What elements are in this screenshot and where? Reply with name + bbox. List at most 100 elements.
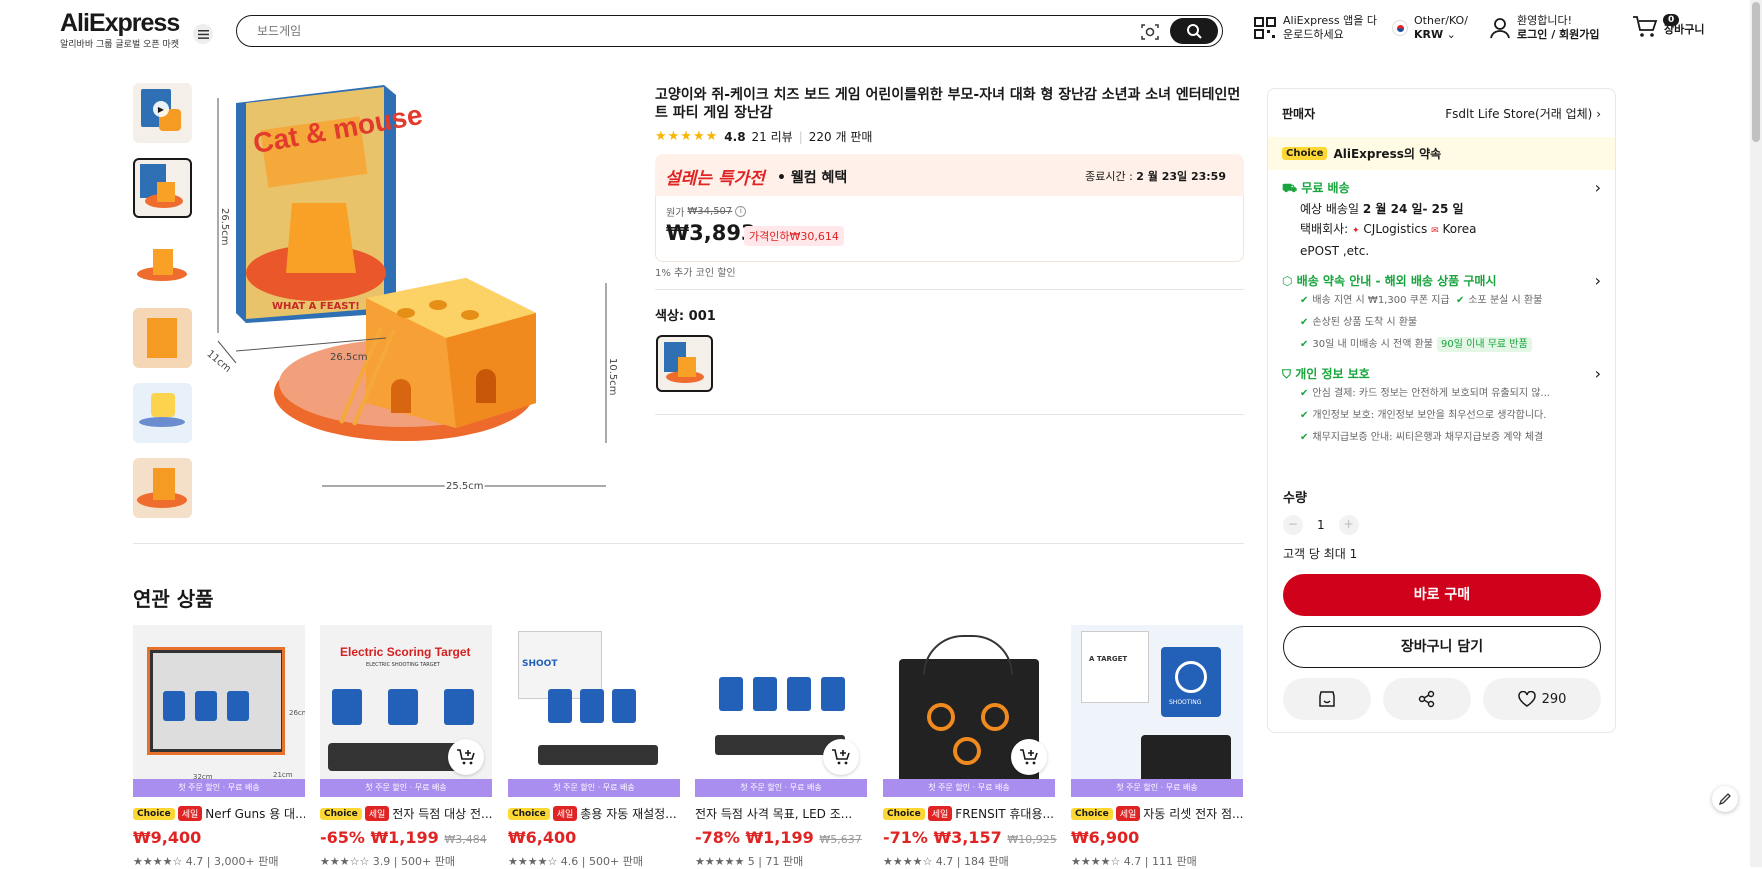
login-link[interactable]: 로그인 / 회원가입 <box>1517 28 1600 41</box>
korea-flag-icon <box>1392 20 1408 36</box>
color-option-001[interactable] <box>656 335 713 392</box>
product-name[interactable]: Nerf Guns 용 대... <box>205 805 305 822</box>
product-name[interactable]: 전자 득점 사격 목표, LED 조... <box>695 805 852 822</box>
check-icon: ✔ <box>1455 295 1465 306</box>
related-products-title: 연관 상품 <box>133 587 214 611</box>
product-price: ₩1,199 <box>745 828 814 847</box>
seller-row[interactable]: 판매자 Fsdlt Life Store(거래 업체) › <box>1268 89 1615 137</box>
choice-badge: Choice <box>883 807 925 820</box>
thumbnail-selected[interactable] <box>133 158 192 218</box>
share-icon <box>1418 690 1435 708</box>
menu-button[interactable] <box>193 24 213 44</box>
thumbnail-5[interactable] <box>133 383 192 443</box>
thumbnail-video[interactable]: ▶ <box>133 83 192 143</box>
guarantee-row[interactable]: ⬡ 배송 약속 안내 - 해외 배송 상품 구매시 › <box>1282 271 1601 290</box>
carrier-label: 택배회사: <box>1300 222 1349 236</box>
product-card[interactable]: 32cm 21cm 26cm 첫 주문 할인 · 무료 배송 Choice세일N… <box>133 625 305 869</box>
thumbnail-4[interactable] <box>133 308 192 368</box>
free-return-badge: 90일 이내 무료 반품 <box>1437 337 1532 352</box>
store-icon <box>1319 691 1335 707</box>
add-to-cart-button[interactable]: 장바구니 담기 <box>1283 626 1601 668</box>
buy-now-button[interactable]: 바로 구매 <box>1283 574 1601 616</box>
color-label: 색상: 001 <box>655 309 716 324</box>
privacy-item: 채무지급보증 안내: 씨티은행과 채무지급보증 계약 체결 <box>1312 432 1544 443</box>
product-image[interactable]: 첫 주문 할인 · 무료 배송 <box>883 625 1055 797</box>
product-card[interactable]: 첫 주문 할인 · 무료 배송 Choice 세일 FRENSIT 휴대용... -… <box>883 625 1057 869</box>
minus-button[interactable]: − <box>1283 515 1303 535</box>
review-count[interactable]: 21 리뷰 <box>752 128 793 145</box>
region-selector[interactable]: Other/KO/KRW ⌄ <box>1392 14 1468 42</box>
info-icon[interactable]: i <box>735 206 747 217</box>
rating-stars-icon: ★★★★★ <box>655 129 719 144</box>
divider <box>655 414 1244 415</box>
product-card[interactable]: 첫 주문 할인 · 무료 배송 전자 득점 사격 목표, LED 조... -7… <box>695 625 867 869</box>
product-image[interactable]: SHOOT 첫 주문 할인 · 무료 배송 <box>508 625 680 797</box>
original-price: ₩10,925 <box>1007 833 1057 846</box>
privacy-row[interactable]: ⛉ 개인 정보 보호 › <box>1282 364 1601 383</box>
main-product-image[interactable]: Cat & mouse WHAT A FEAST! 26.5cm 11cm 26… <box>204 83 626 503</box>
current-price: ₩3,893 <box>666 221 756 245</box>
promo-banner: 첫 주문 할인 · 무료 배송 <box>1071 779 1243 797</box>
product-image[interactable]: A TARGET SHOOTING 첫 주문 할인 · 무료 배송 <box>1071 625 1243 797</box>
size-label: 26cm <box>289 709 305 717</box>
shipping-row[interactable]: ⛟ 무료 배송 › <box>1282 178 1601 197</box>
eta-prefix: 예상 배송일 <box>1300 202 1360 216</box>
sale-badge: 세일 <box>1115 806 1141 821</box>
product-card[interactable]: Electric Scoring Target ELECTRIC SHOOTIN… <box>320 625 492 869</box>
guarantee-item: 소포 분실 시 환불 <box>1468 295 1543 306</box>
product-name[interactable]: 전자 득점 대상 전... <box>392 805 492 822</box>
seller-label: 판매자 <box>1282 106 1316 121</box>
product-price: ₩3,157 <box>933 828 1002 847</box>
product-image[interactable]: 32cm 21cm 26cm 첫 주문 할인 · 무료 배송 <box>133 625 305 797</box>
end-time-label: 종료시간 : <box>1085 170 1133 183</box>
add-to-cart-button[interactable] <box>1011 739 1047 775</box>
product-name[interactable]: 자동 리셋 전자 점... <box>1143 805 1243 822</box>
qr-code-icon <box>1254 17 1276 39</box>
search-button[interactable] <box>1170 18 1218 44</box>
thumbnail-6[interactable] <box>133 458 192 518</box>
product-card[interactable]: SHOOT 첫 주문 할인 · 무료 배송 Choice 세일 총용 자동 재설정.… <box>508 625 680 869</box>
search-input[interactable] <box>257 21 1137 41</box>
app-line1: AliExpress 앱을 다 <box>1283 14 1377 27</box>
carrier-3: ePOST ,etc. <box>1300 244 1370 258</box>
add-to-cart-button[interactable] <box>448 739 484 775</box>
check-icon: ✔ <box>1300 317 1309 328</box>
dim-toy-width: 25.5cm <box>446 481 484 492</box>
guarantee-item: 30일 내 미배송 시 전액 환불 <box>1312 339 1434 350</box>
quantity-value[interactable]: 1 <box>1317 518 1325 532</box>
account-menu[interactable]: 환영합니다! 로그인 / 회원가입 <box>1489 14 1600 42</box>
store-button[interactable] <box>1283 678 1371 720</box>
product-name[interactable]: 총용 자동 재설정... <box>580 805 676 822</box>
thumbnail-3[interactable] <box>133 233 192 293</box>
chevron-right-icon: › <box>1596 106 1601 121</box>
add-to-cart-button[interactable] <box>823 739 859 775</box>
seller-name[interactable]: Fsdlt Life Store(거래 업체) <box>1445 107 1592 121</box>
search-icon <box>1187 24 1202 39</box>
discount-percent: -65% <box>320 828 365 847</box>
page-scrollbar[interactable] <box>1750 0 1762 867</box>
logo-subtitle: 알리바바 그룹 글로벌 오픈 마켓 <box>60 40 180 50</box>
art-subtitle: ELECTRIC SHOOTING TARGET <box>366 662 440 668</box>
share-button[interactable] <box>1383 678 1471 720</box>
promo-banner: 첫 주문 할인 · 무료 배송 <box>508 779 680 797</box>
wishlist-count: 290 <box>1541 691 1567 707</box>
plus-button[interactable]: + <box>1338 515 1359 535</box>
product-card[interactable]: A TARGET SHOOTING 첫 주문 할인 · 무료 배송 Choice… <box>1071 625 1243 869</box>
sale-badge: 세일 <box>927 806 953 821</box>
product-name[interactable]: FRENSIT 휴대용... <box>955 805 1054 822</box>
choice-badge: Choice <box>1071 807 1113 820</box>
aliexpress-logo[interactable]: AliExpress 알리바바 그룹 글로벌 오픈 마켓 <box>60 10 180 50</box>
choice-badge: Choice <box>133 807 175 820</box>
product-image[interactable]: 첫 주문 할인 · 무료 배송 <box>695 625 867 797</box>
image-search-icon[interactable] <box>1140 22 1160 42</box>
wishlist-button[interactable]: 290 <box>1483 678 1601 720</box>
cj-logo-icon: ✦ <box>1352 226 1360 236</box>
feedback-button[interactable] <box>1712 786 1738 812</box>
add-cart-icon <box>832 749 850 765</box>
choice-promise: Choice AliExpress의 약속 <box>1268 137 1615 170</box>
app-download[interactable]: AliExpress 앱을 다 운로드하세요 <box>1253 14 1377 42</box>
deal-banner: 설레는 특가전 • 웰컴 혜택 종료시간 : 2 월 23일 23:59 <box>655 154 1244 196</box>
product-image[interactable]: Electric Scoring Target ELECTRIC SHOOTIN… <box>320 625 492 797</box>
original-price-label: 원가 <box>666 208 685 219</box>
scrollbar-thumb[interactable] <box>1752 2 1760 142</box>
